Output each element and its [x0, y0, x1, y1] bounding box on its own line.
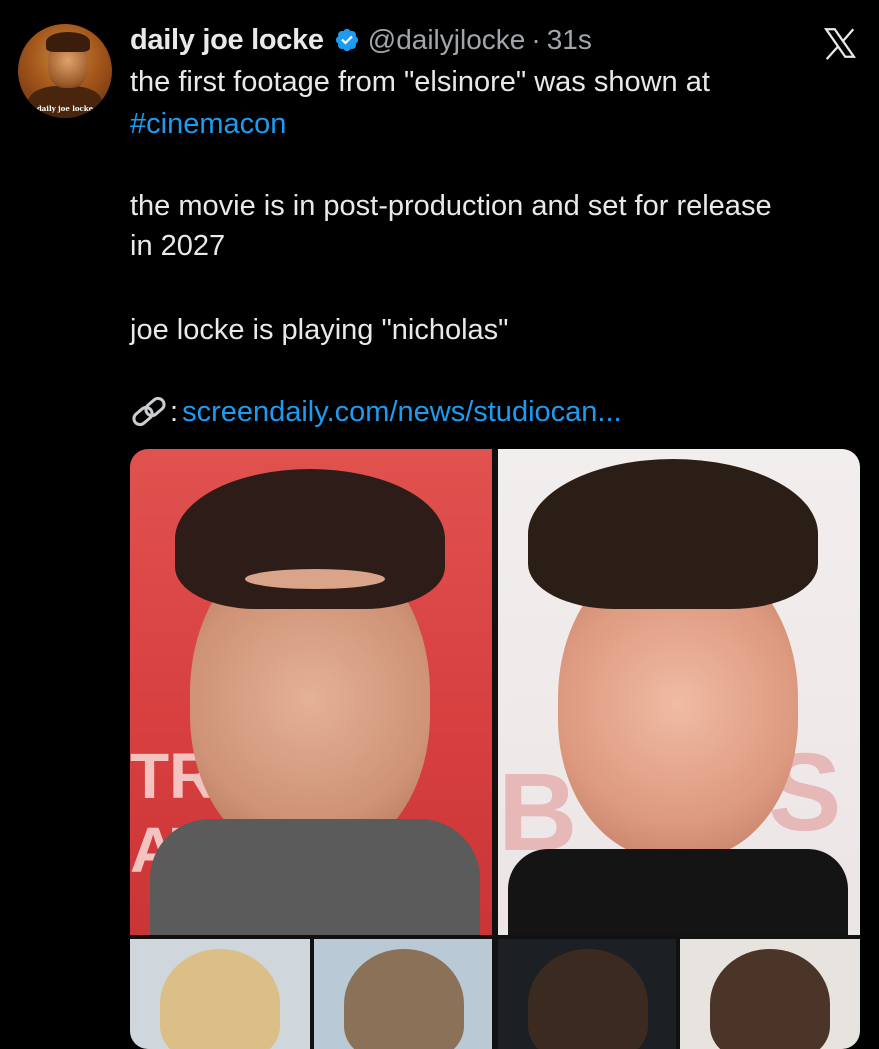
- person-hair: [160, 949, 280, 1049]
- media-photo-4[interactable]: [314, 939, 492, 1049]
- tweet-text-line-5: joe locke is playing "nicholas": [130, 314, 509, 346]
- person-top: [508, 849, 848, 935]
- separator-dot: ·: [531, 24, 541, 55]
- person-hair: [344, 949, 464, 1049]
- link-row: : screendaily.com/news/studiocan...: [130, 392, 622, 432]
- media-photo-2[interactable]: B S: [498, 449, 860, 935]
- media-photo-5[interactable]: [498, 939, 676, 1049]
- media-grid[interactable]: TRAT B S: [130, 449, 860, 1049]
- verified-badge-icon: [335, 28, 358, 52]
- tweet-header: daily joe locke @dailyjlocke · 31s: [130, 20, 592, 60]
- timestamp[interactable]: 31s: [547, 24, 592, 56]
- external-link[interactable]: screendaily.com/news/studiocan...: [182, 392, 622, 432]
- link-icon: [132, 396, 166, 427]
- person-hair: [528, 459, 818, 609]
- tweet-text-line-4: in 2027: [130, 230, 226, 262]
- avatar-caption: daily joe locke: [36, 104, 94, 113]
- x-logo-icon[interactable]: [822, 26, 858, 60]
- person-jacket: [150, 819, 480, 935]
- media-photo-1[interactable]: TRAT: [130, 449, 492, 935]
- avatar-hair: [46, 32, 90, 52]
- media-photo-6[interactable]: [680, 939, 860, 1049]
- media-photo-3[interactable]: [130, 939, 310, 1049]
- display-name[interactable]: daily joe locke: [130, 24, 324, 57]
- hashtag-link[interactable]: #cinemacon: [130, 104, 286, 144]
- avatar[interactable]: daily joe locke: [18, 24, 112, 118]
- avatar-shoulder: [28, 86, 102, 118]
- person-hair: [710, 949, 830, 1049]
- tweet-text-line-1: the first footage from "elsinore" was sh…: [130, 66, 710, 98]
- person-hair: [528, 949, 648, 1049]
- forehead: [245, 569, 385, 589]
- handle[interactable]: @dailyjlocke: [368, 24, 526, 56]
- tweet-text-line-3: the movie is in post-production and set …: [130, 190, 772, 222]
- link-prefix: :: [170, 396, 179, 428]
